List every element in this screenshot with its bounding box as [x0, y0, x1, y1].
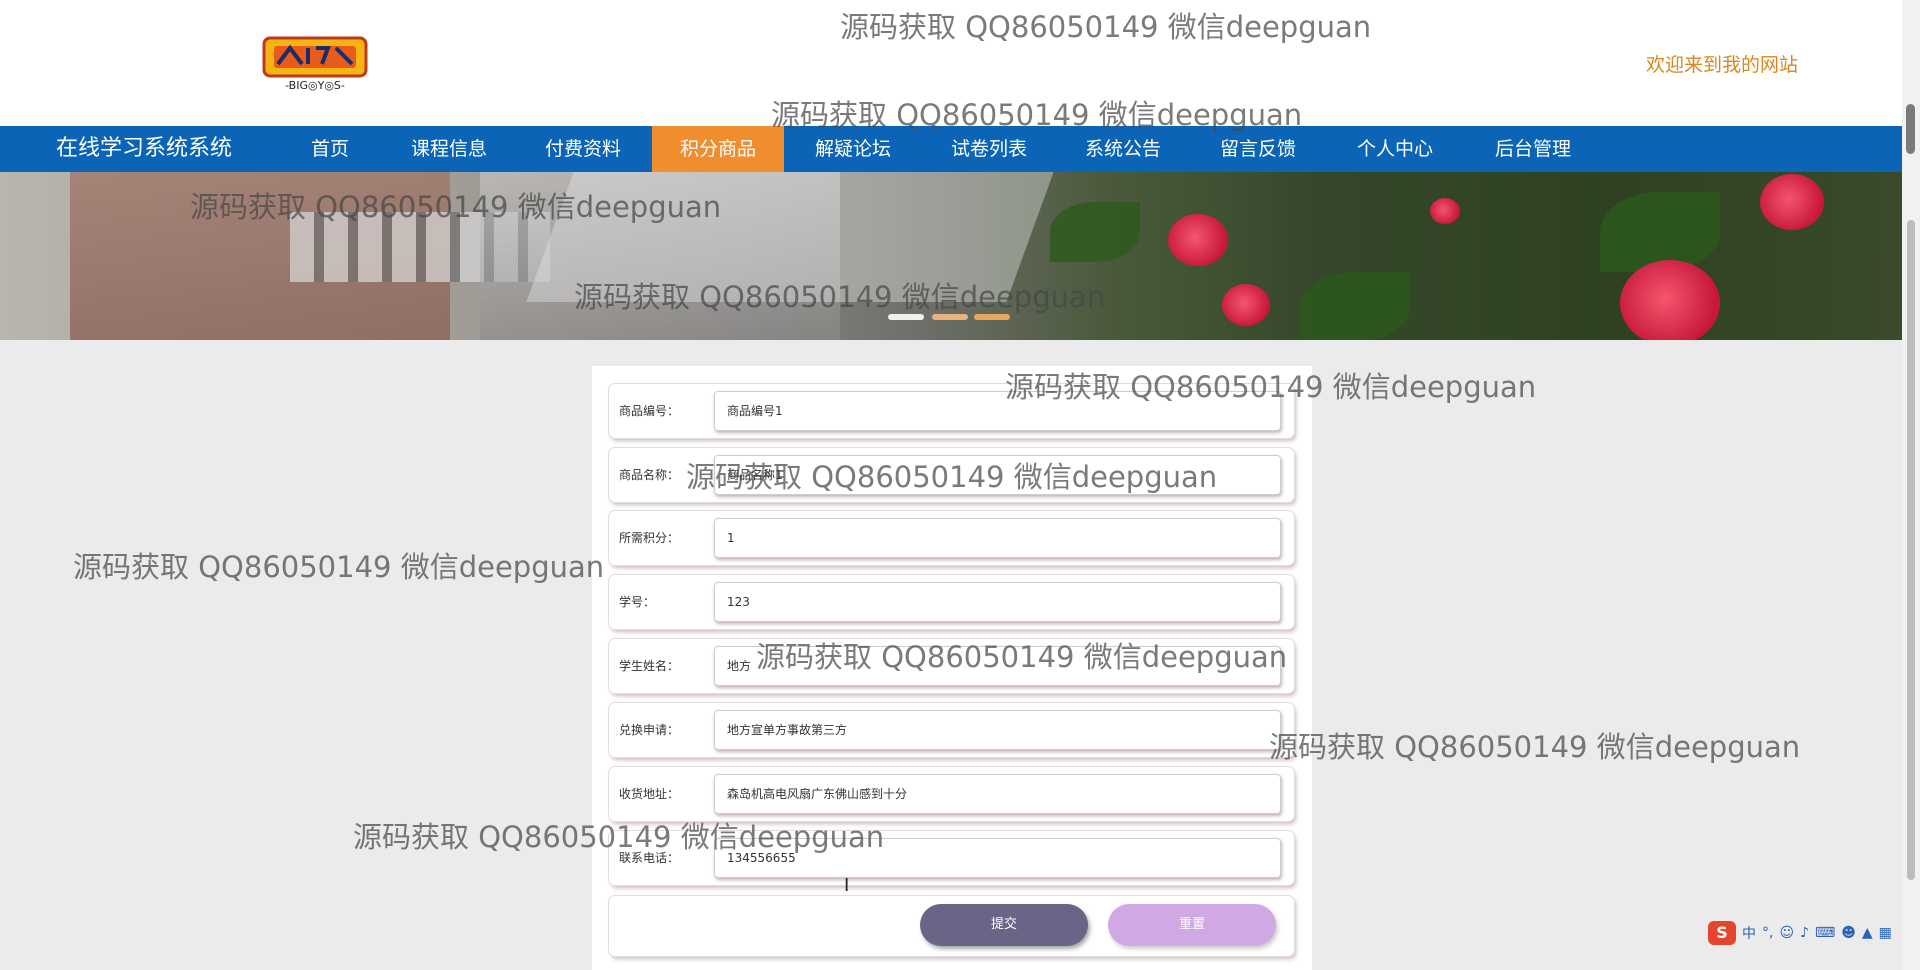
ime-toolbar: S 中 °, ☺ ♪ ⌨ ☻ ▲ ▦ [1708, 920, 1892, 946]
watermark: 源码获取 QQ86050149 微信deepguan [73, 550, 605, 584]
field-row-goods-no: 商品编号： 商品编号1 [609, 384, 1294, 438]
nav-item-courses[interactable]: 课程信息 [400, 126, 498, 172]
address-input[interactable]: 森岛机高电风扇广东佛山感到十分 [714, 774, 1281, 814]
student-name-input[interactable]: 地方 [714, 646, 1281, 686]
nav-item-admin[interactable]: 后台管理 [1484, 126, 1582, 172]
grid-icon[interactable]: ▦ [1879, 925, 1892, 941]
student-id-label: 学号： [619, 595, 656, 609]
text-cursor-icon: I [844, 875, 850, 896]
submit-button[interactable]: 提交 [920, 904, 1088, 946]
camellia-flower [1168, 214, 1228, 266]
exchange-request-label: 兑换申请： [619, 723, 680, 737]
watermark: 源码获取 QQ86050149 微信deepguan [1269, 730, 1801, 764]
nav-item-forum[interactable]: 解疑论坛 [804, 126, 902, 172]
nav-item-announcements[interactable]: 系统公告 [1074, 126, 1172, 172]
reset-button[interactable]: 重置 [1108, 904, 1276, 946]
goods-no-input[interactable]: 商品编号1 [714, 391, 1281, 431]
welcome-text: 欢迎来到我的网站 [1646, 54, 1799, 76]
field-row-phone: 联系电话： 134556655 [609, 831, 1294, 885]
nav-item-points-goods[interactable]: 积分商品 [652, 126, 784, 172]
field-row-student-name: 学生姓名： 地方 [609, 639, 1294, 693]
phone-input[interactable]: 134556655 [714, 838, 1281, 878]
punctuation-icon[interactable]: °, [1762, 925, 1773, 941]
camellia-flower [1760, 174, 1824, 230]
sogou-ime-icon[interactable]: S [1708, 921, 1736, 945]
site-title[interactable]: 在线学习系统系统 [56, 126, 232, 172]
phone-label: 联系电话： [619, 851, 680, 865]
points-input[interactable]: 1 [714, 518, 1281, 558]
nav-item-home[interactable]: 首页 [300, 126, 360, 172]
nav-item-profile[interactable]: 个人中心 [1346, 126, 1444, 172]
scrollbar-track[interactable] [1907, 220, 1915, 880]
emoji-icon[interactable]: ☺ [1779, 925, 1794, 941]
nav-item-paid-materials[interactable]: 付费资料 [534, 126, 632, 172]
carousel-dot-3[interactable] [974, 314, 1010, 320]
address-label: 收货地址： [619, 787, 680, 801]
main-nav: 在线学习系统系统 首页 课程信息 付费资料 积分商品 解疑论坛 试卷列表 系统公… [0, 126, 1902, 172]
nav-item-exams[interactable]: 试卷列表 [940, 126, 1038, 172]
field-row-address: 收货地址： 森岛机高电风扇广东佛山感到十分 [609, 767, 1294, 821]
banner-leaf [1050, 202, 1140, 262]
carousel-dot-2[interactable] [932, 314, 968, 320]
exchange-request-input[interactable]: 地方宣单方事故第三方 [714, 710, 1281, 750]
field-row-student-id: 学号： 123 [609, 575, 1294, 629]
camellia-flower [1430, 198, 1460, 224]
carousel-dot-1[interactable] [888, 314, 924, 320]
goods-name-label: 商品名称： [619, 468, 680, 482]
goods-no-label: 商品编号： [619, 404, 680, 418]
points-label: 所需积分： [619, 531, 680, 545]
field-row-goods-name: 商品名称： 商品名称1 [609, 448, 1294, 502]
ime-mode-text[interactable]: 中 [1742, 923, 1756, 943]
student-id-input[interactable]: 123 [714, 582, 1281, 622]
microphone-icon[interactable]: ♪ [1800, 925, 1809, 941]
goods-name-input[interactable]: 商品名称1 [714, 455, 1281, 495]
banner-roof [526, 172, 1054, 302]
skin-icon[interactable]: ▲ [1862, 925, 1873, 941]
scrollbar-thumb[interactable] [1906, 104, 1915, 154]
site-logo[interactable]: -BIG◎Y◎S- [256, 34, 374, 94]
field-row-points: 所需积分： 1 [609, 511, 1294, 565]
field-row-exchange-request: 兑换申请： 地方宣单方事故第三方 [609, 703, 1294, 757]
student-name-label: 学生姓名： [619, 659, 680, 673]
keyboard-icon[interactable]: ⌨ [1815, 925, 1835, 941]
camellia-flower [1620, 260, 1720, 340]
page-scrollbar[interactable] [1902, 0, 1920, 970]
user-icon[interactable]: ☻ [1841, 925, 1856, 941]
nav-item-feedback[interactable]: 留言反馈 [1209, 126, 1307, 172]
camellia-flower [1222, 284, 1270, 326]
site-header: -BIG◎Y◎S- 欢迎来到我的网站 [0, 0, 1902, 126]
form-actions: 提交 重置 [609, 896, 1294, 956]
banner-leaf [1300, 272, 1410, 340]
svg-text:-BIG◎Y◎S-: -BIG◎Y◎S- [285, 79, 345, 92]
